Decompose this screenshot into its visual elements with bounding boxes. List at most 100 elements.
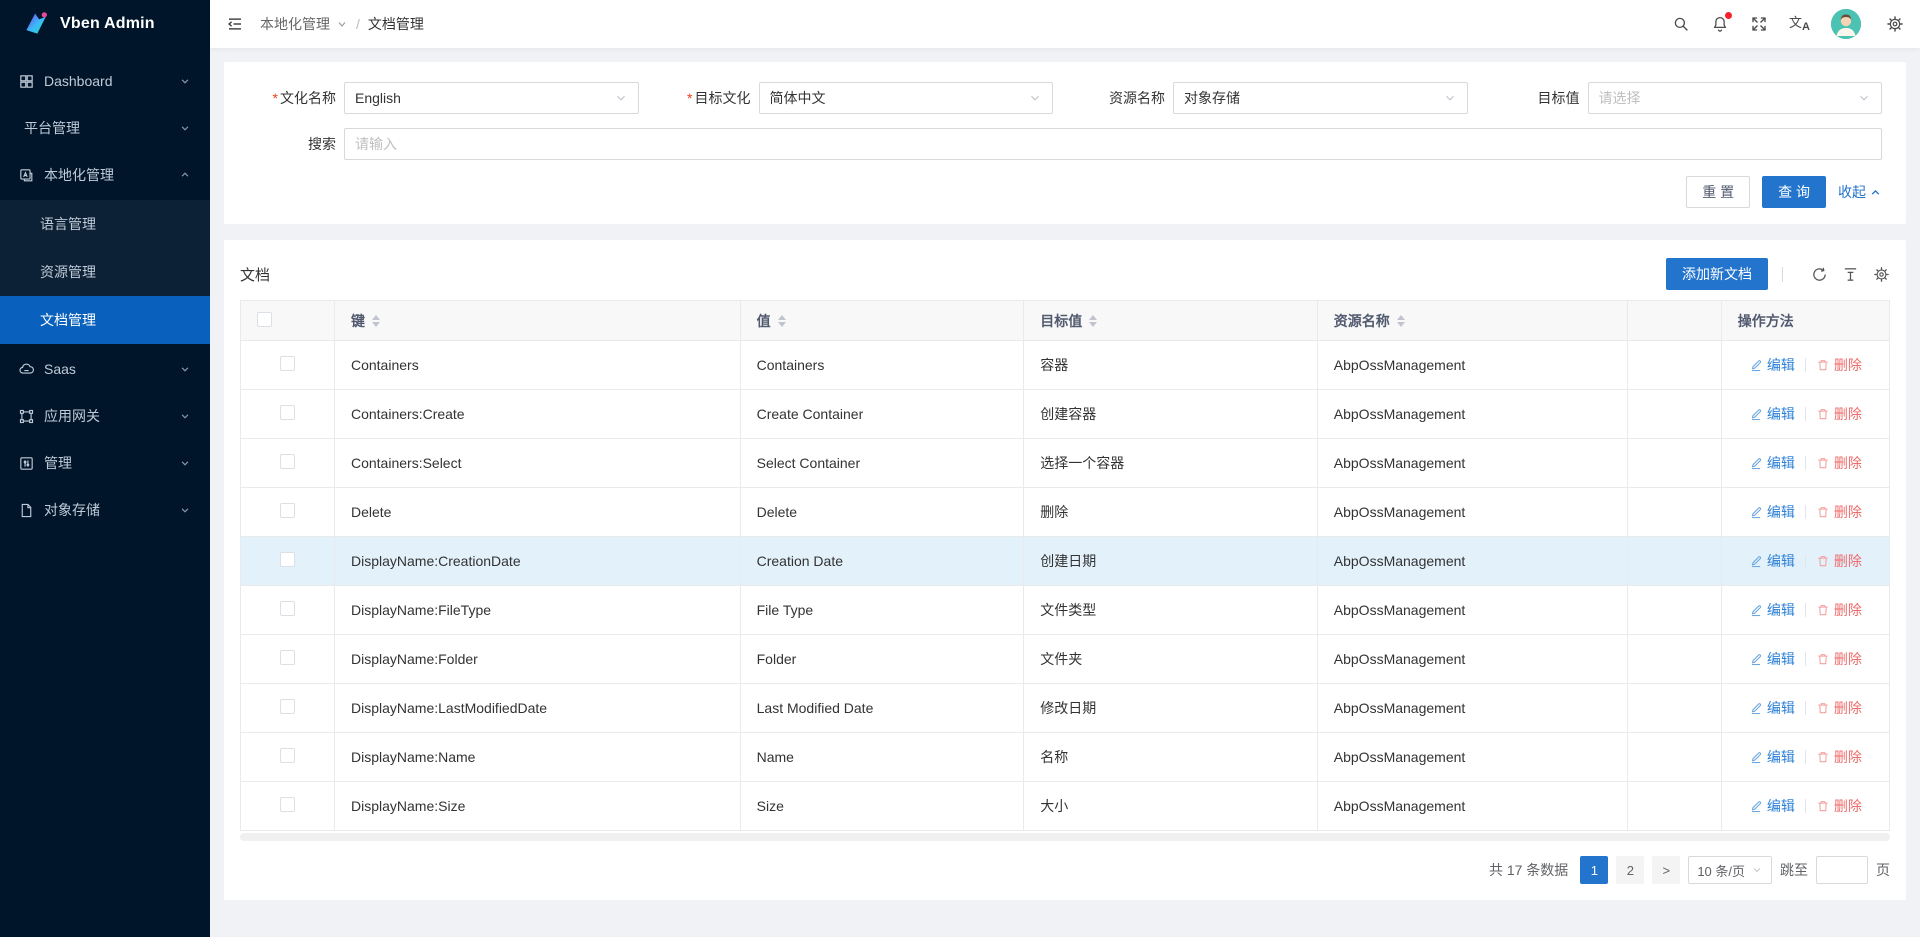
delete-button[interactable]: 删除	[1816, 600, 1862, 620]
table-row[interactable]: DisplayName:Folder Folder 文件夹 AbpOssMana…	[241, 635, 1890, 684]
cell-empty	[1627, 586, 1721, 635]
sort-icon[interactable]	[1397, 315, 1405, 327]
trash-icon	[1816, 799, 1830, 813]
jump-page-input[interactable]	[1816, 856, 1868, 884]
sort-icon[interactable]	[372, 315, 380, 327]
delete-button[interactable]: 删除	[1816, 502, 1862, 522]
column-header-key[interactable]: 键	[351, 311, 365, 331]
avatar[interactable]	[1831, 9, 1861, 39]
edit-button[interactable]: 编辑	[1749, 600, 1795, 620]
app-logo[interactable]: Vben Admin	[0, 0, 210, 48]
table-row[interactable]: Delete Delete 删除 AbpOssManagement 编辑 删除	[241, 488, 1890, 537]
edit-button[interactable]: 编辑	[1749, 698, 1795, 718]
page-size-select[interactable]: 10 条/页	[1688, 856, 1772, 884]
sidebar-item-document-management[interactable]: 文档管理	[0, 296, 210, 344]
row-checkbox[interactable]	[280, 797, 295, 812]
fullscreen-icon[interactable]	[1750, 15, 1768, 33]
delete-button[interactable]: 删除	[1816, 404, 1862, 424]
column-header-value[interactable]: 值	[757, 311, 771, 331]
pagination-page-2[interactable]: 2	[1616, 856, 1644, 884]
sidebar-fold-icon[interactable]	[226, 15, 244, 33]
trash-icon	[1816, 554, 1830, 568]
sidebar-item-language-management[interactable]: 语言管理	[0, 200, 210, 248]
add-document-button[interactable]: 添加新文档	[1666, 258, 1768, 290]
delete-button[interactable]: 删除	[1816, 453, 1862, 473]
target-value-select[interactable]: 请选择	[1588, 82, 1883, 114]
edit-button[interactable]: 编辑	[1749, 747, 1795, 767]
action-divider	[1805, 701, 1806, 715]
sidebar-item-label: 本地化管理	[44, 165, 178, 185]
table-row[interactable]: DisplayName:Size Size 大小 AbpOssManagemen…	[241, 782, 1890, 831]
query-button[interactable]: 查 询	[1762, 176, 1826, 208]
pagination-page-1[interactable]: 1	[1580, 856, 1608, 884]
refresh-icon[interactable]	[1811, 266, 1828, 283]
sidebar-item-gateway[interactable]: 应用网关	[0, 394, 210, 438]
reset-button[interactable]: 重 置	[1686, 176, 1750, 208]
row-checkbox[interactable]	[280, 405, 295, 420]
search-icon[interactable]	[1672, 15, 1690, 33]
table-row[interactable]: Containers:Create Create Container 创建容器 …	[241, 390, 1890, 439]
resource-name-select[interactable]: 对象存储	[1173, 82, 1468, 114]
row-checkbox[interactable]	[280, 601, 295, 616]
sidebar-item-object-storage[interactable]: 对象存储	[0, 488, 210, 532]
delete-button[interactable]: 删除	[1816, 698, 1862, 718]
select-all-checkbox[interactable]	[257, 312, 272, 327]
delete-button[interactable]: 删除	[1816, 649, 1862, 669]
document-panel: 文档 添加新文档	[224, 240, 1906, 900]
sort-icon[interactable]	[778, 315, 786, 327]
horizontal-scrollbar[interactable]	[240, 833, 1890, 841]
row-checkbox[interactable]	[280, 454, 295, 469]
row-checkbox[interactable]	[280, 503, 295, 518]
delete-button[interactable]: 删除	[1816, 796, 1862, 816]
table-row[interactable]: DisplayName:CreationDate Creation Date 创…	[241, 537, 1890, 586]
row-height-icon[interactable]	[1842, 266, 1859, 283]
delete-button[interactable]: 删除	[1816, 355, 1862, 375]
sidebar-item-label: 对象存储	[44, 500, 178, 520]
column-header-target-value[interactable]: 目标值	[1040, 311, 1082, 331]
edit-button[interactable]: 编辑	[1749, 355, 1795, 375]
table-row[interactable]: DisplayName:LastModifiedDate Last Modifi…	[241, 684, 1890, 733]
sidebar-item-dashboard[interactable]: Dashboard	[0, 59, 210, 103]
row-checkbox[interactable]	[280, 748, 295, 763]
sidebar-item-localization[interactable]: 本地化管理	[0, 153, 210, 197]
sidebar-item-saas[interactable]: Saas	[0, 347, 210, 391]
sidebar-item-platform[interactable]: 平台管理	[0, 106, 210, 150]
pen-icon	[1749, 358, 1763, 372]
row-checkbox[interactable]	[280, 356, 295, 371]
column-header-resource-name[interactable]: 资源名称	[1334, 311, 1390, 331]
delete-button[interactable]: 删除	[1816, 551, 1862, 571]
search-input[interactable]	[344, 128, 1882, 160]
table-row[interactable]: Containers Containers 容器 AbpOssManagemen…	[241, 341, 1890, 390]
culture-name-select[interactable]: English	[344, 82, 639, 114]
gear-icon[interactable]	[1873, 266, 1890, 283]
edit-button[interactable]: 编辑	[1749, 502, 1795, 522]
table-row[interactable]: DisplayName:Name Name 名称 AbpOssManagemen…	[241, 733, 1890, 782]
sidebar-item-management[interactable]: 管理	[0, 441, 210, 485]
delete-button[interactable]: 删除	[1816, 747, 1862, 767]
gear-icon[interactable]	[1886, 15, 1904, 33]
table-row[interactable]: Containers:Select Select Container 选择一个容…	[241, 439, 1890, 488]
edit-button[interactable]: 编辑	[1749, 404, 1795, 424]
translate-icon[interactable]: 文A	[1789, 16, 1810, 33]
table-row[interactable]: DisplayName:FileType File Type 文件类型 AbpO…	[241, 586, 1890, 635]
edit-button[interactable]: 编辑	[1749, 551, 1795, 571]
target-culture-select[interactable]: 简体中文	[759, 82, 1054, 114]
pagination-next-button[interactable]: >	[1652, 856, 1680, 884]
trash-icon	[1816, 750, 1830, 764]
cell-resource-name: AbpOssManagement	[1334, 406, 1466, 422]
gateway-icon	[18, 408, 35, 425]
breadcrumb-parent[interactable]: 本地化管理	[260, 14, 330, 34]
row-checkbox[interactable]	[280, 552, 295, 567]
collapse-link[interactable]: 收起	[1838, 182, 1882, 202]
row-checkbox[interactable]	[280, 699, 295, 714]
edit-button[interactable]: 编辑	[1749, 649, 1795, 669]
sort-icon[interactable]	[1089, 315, 1097, 327]
target-value-label: 目标值	[1492, 88, 1588, 108]
row-checkbox[interactable]	[280, 650, 295, 665]
edit-button[interactable]: 编辑	[1749, 453, 1795, 473]
edit-button[interactable]: 编辑	[1749, 796, 1795, 816]
chevron-down-icon	[178, 121, 192, 135]
sidebar-item-label: Saas	[44, 361, 178, 377]
bell-icon[interactable]	[1711, 15, 1729, 33]
sidebar-item-resource-management[interactable]: 资源管理	[0, 248, 210, 296]
